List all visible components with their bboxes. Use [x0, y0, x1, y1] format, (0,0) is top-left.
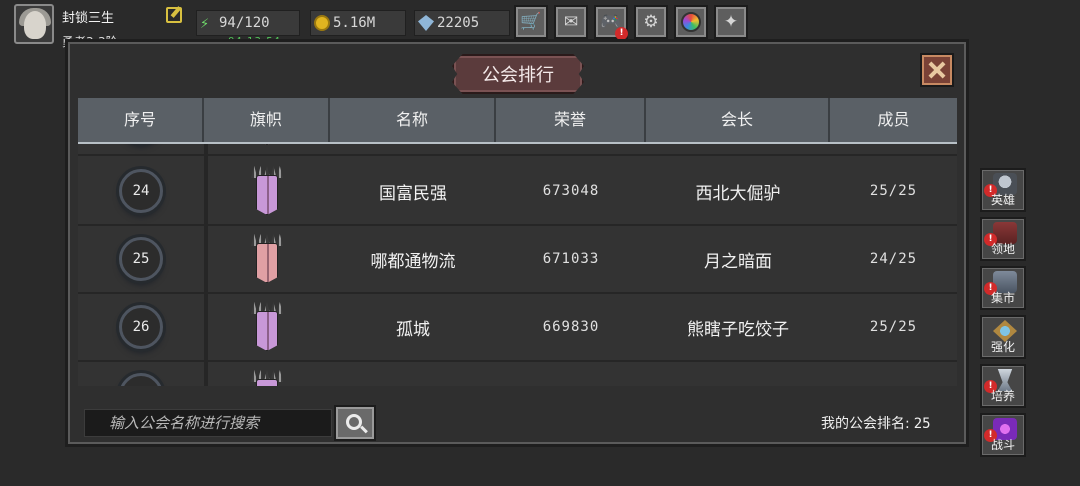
player-name: 封锁三生 — [62, 11, 115, 26]
guild-leader: 月之暗面 — [704, 251, 772, 272]
energy-icon: ⚡ — [200, 14, 210, 32]
column-header-name: 名称 — [330, 98, 496, 142]
events-button[interactable]: 🎮 ! — [594, 5, 628, 40]
guild-honor: 671033 — [542, 251, 600, 267]
shop-button[interactable]: 🛒 — [514, 5, 548, 39]
sidebar-item-label: 培养 — [990, 389, 1015, 403]
gear-icon: ⚙ — [643, 12, 659, 32]
sidebar-item-label: 集市 — [990, 291, 1015, 305]
guild-members: 25/25 — [869, 319, 918, 335]
guild-banner-icon — [250, 166, 284, 216]
guild-leader: 西北大倔驴 — [695, 183, 781, 204]
mail-icon: ✉ — [563, 12, 579, 32]
rank-badge: 26 — [119, 305, 163, 349]
table-row[interactable]: 24 国富民强 673048 西北大倔驴 25/25 — [78, 158, 957, 226]
table-header: 序号 旗帜 名称 荣誉 会长 成员 — [78, 98, 957, 144]
my-guild-rank-label: 我的公会排名: — [821, 416, 910, 432]
guild-banner-icon — [250, 234, 284, 284]
sidebar-item-train[interactable]: ! 培养 — [980, 364, 1026, 408]
guild-search-input[interactable] — [85, 410, 331, 436]
alert-badge: ! — [615, 27, 628, 40]
banner-cloth — [256, 311, 278, 351]
top-hud: 封锁三生 勇者3-3阶 04:13:54 ⚡ 94/120 5.16M 2220… — [0, 0, 1080, 49]
rank-badge: 25 — [119, 237, 163, 281]
ranking-list[interactable]: 24 国富民强 673048 西北大倔驴 25/25 25 哪都通物流 6710… — [78, 144, 957, 386]
settings-button[interactable]: ⚙ — [634, 5, 668, 39]
feather-button[interactable]: ✦ — [714, 5, 748, 39]
column-header-rank: 序号 — [78, 98, 204, 142]
guild-search-input-wrapper — [84, 409, 332, 437]
sidebar-item-territory[interactable]: ! 领地 — [980, 217, 1026, 261]
guild-members: 25/25 — [869, 183, 918, 199]
my-guild-rank-value: 25 — [913, 416, 931, 432]
sidebar-item-label: 战斗 — [990, 438, 1015, 452]
player-avatar[interactable] — [14, 4, 54, 44]
sidebar-item-enhance[interactable]: 强化 — [980, 315, 1026, 359]
my-guild-rank: 我的公会排名: 25 — [821, 413, 931, 433]
cart-icon: 🛒 — [520, 12, 542, 32]
guild-name: 国富民强 — [379, 183, 447, 204]
guild-banner-icon — [250, 302, 284, 352]
column-header-leader: 会长 — [646, 98, 830, 142]
gold-value: 5.16M — [333, 15, 376, 31]
guild-leader: 熊瞎子吃饺子 — [687, 319, 789, 340]
search-button[interactable] — [334, 405, 376, 441]
panel-title: 公会排行 — [452, 54, 584, 94]
gem-value: 22205 — [437, 15, 480, 31]
rank-badge — [119, 373, 163, 386]
column-divider — [204, 144, 208, 386]
guild-honor: 673048 — [542, 183, 600, 199]
feather-icon: ✦ — [723, 12, 739, 32]
mail-button[interactable]: ✉ — [554, 5, 588, 39]
gold-counter[interactable]: 5.16M — [310, 10, 406, 36]
guild-banner-icon — [250, 144, 284, 146]
banner-cloth — [256, 175, 278, 215]
sidebar-item-label: 领地 — [990, 242, 1015, 256]
table-row[interactable] — [78, 362, 957, 386]
sidebar-item-hero[interactable]: ! 英雄 — [980, 168, 1026, 212]
column-header-banner: 旗帜 — [204, 98, 330, 142]
sidebar-item-label: 强化 — [990, 340, 1015, 354]
energy-counter[interactable]: ⚡ 94/120 — [196, 10, 300, 36]
rank-badge: 24 — [119, 169, 163, 213]
table-row[interactable]: 25 哪都通物流 671033 月之暗面 24/25 — [78, 226, 957, 294]
column-header-members: 成员 — [877, 110, 910, 129]
table-row[interactable]: 26 孤城 669830 熊瞎子吃饺子 25/25 — [78, 294, 957, 362]
sidebar-item-battle[interactable]: ! 战斗 — [980, 413, 1026, 457]
energy-value: 94/120 — [219, 15, 270, 31]
guild-banner-icon — [250, 370, 284, 386]
close-button[interactable] — [920, 53, 954, 87]
edit-name-icon[interactable] — [166, 7, 182, 23]
gem-counter[interactable]: 22205 — [414, 10, 510, 36]
gold-coin-icon — [314, 15, 330, 31]
guild-ranking-panel: 公会排行 序号 旗帜 名称 荣誉 会长 成员 24 国富民强 673048 西北… — [68, 42, 966, 444]
column-header-honor: 荣誉 — [496, 98, 646, 142]
table-row[interactable] — [78, 144, 957, 156]
banner-cloth — [256, 243, 278, 283]
gem-icon — [418, 15, 434, 31]
guild-name: 孤城 — [396, 319, 430, 340]
sidebar-item-label: 英雄 — [990, 193, 1015, 207]
guild-members: 24/25 — [869, 251, 918, 267]
sidebar-item-market[interactable]: ! 集市 — [980, 266, 1026, 310]
guild-honor: 669830 — [542, 319, 600, 335]
guild-name: 哪都通物流 — [370, 251, 456, 272]
lottery-button[interactable] — [674, 5, 708, 39]
color-wheel-icon — [681, 12, 701, 32]
